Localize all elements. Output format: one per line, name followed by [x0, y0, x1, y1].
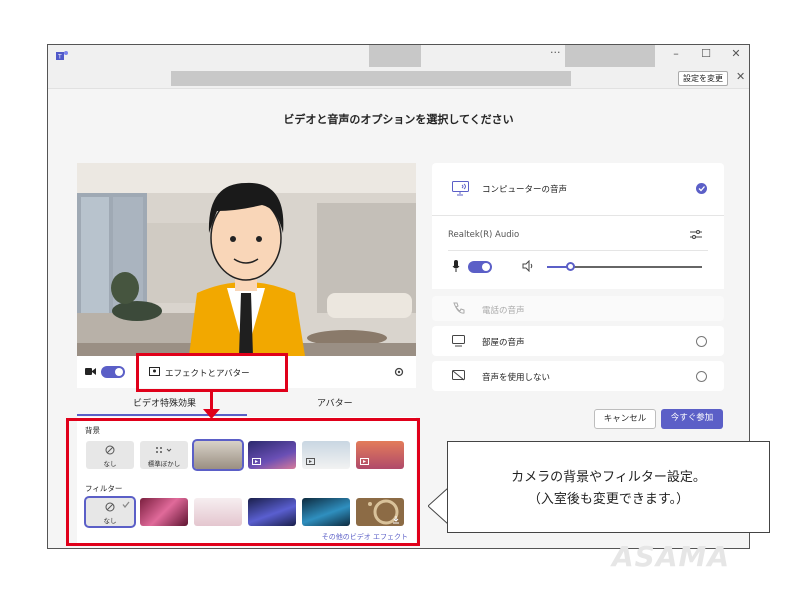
background-none-label: なし [103, 460, 117, 468]
background-label: 背景 [85, 426, 100, 435]
close-button[interactable]: ✕ [726, 47, 746, 60]
divider [448, 250, 708, 251]
room-audio-radio[interactable] [696, 336, 707, 347]
change-settings-button[interactable]: 設定を変更 [678, 71, 728, 86]
effects-avatar-button[interactable]: エフェクトとアバター [165, 367, 250, 379]
redacted-block [565, 45, 655, 67]
video-play-icon [360, 458, 369, 465]
background-night-city[interactable] [248, 441, 296, 469]
filter-blossom[interactable] [194, 498, 242, 526]
effects-icon [149, 367, 160, 376]
close-meeting-icon[interactable]: ✕ [736, 70, 745, 83]
maximize-button[interactable]: ☐ [696, 47, 716, 60]
background-room[interactable] [192, 439, 244, 471]
computer-audio-icon [452, 181, 469, 196]
none-icon [105, 445, 115, 455]
blur-icon [156, 447, 172, 453]
page-title: ビデオと音声のオプションを選択してください [283, 113, 514, 126]
room-audio-card: 部屋の音声 [432, 326, 724, 356]
annotation-callout: カメラの背景やフィルター設定。 （入室後も変更できます。） [447, 441, 770, 533]
divider [432, 215, 724, 216]
no-audio-label[interactable]: 音声を使用しない [482, 371, 550, 383]
more-video-effects-link[interactable]: その他のビデオ エフェクト [322, 532, 408, 542]
join-now-button[interactable]: 今すぐ参加 [661, 409, 723, 429]
svg-text:T: T [57, 54, 62, 61]
watermark-logo: ASAMA [612, 540, 731, 573]
checkmark-icon [122, 501, 130, 508]
video-play-icon [306, 458, 315, 465]
callout-line-2: （入室後も変更できます。） [527, 492, 690, 507]
video-control-bar: エフェクトとアバター [77, 356, 416, 388]
filter-none[interactable]: なし [84, 496, 136, 528]
background-blur[interactable]: 標準ぼかし [140, 441, 188, 469]
video-play-icon [252, 458, 261, 465]
audio-device-name[interactable]: Realtek(R) Audio [448, 230, 519, 240]
none-icon [105, 502, 115, 512]
microphone-icon [452, 260, 460, 272]
no-audio-radio[interactable] [696, 371, 707, 382]
volume-slider-thumb[interactable] [566, 262, 576, 271]
arrow-head [203, 409, 220, 419]
background-sunset[interactable] [356, 441, 404, 469]
filter-label: フィルター [85, 484, 123, 493]
callout-pointer-mask [448, 497, 449, 515]
speaker-icon [522, 260, 533, 272]
computer-audio-label[interactable]: コンピューターの音声 [482, 183, 567, 195]
title-bar: T ··· – ☐ ✕ [48, 45, 749, 67]
cancel-button[interactable]: キャンセル [594, 409, 656, 429]
no-audio-card: 音声を使用しない [432, 361, 724, 391]
meeting-bar: 設定を変更 ✕ [48, 67, 749, 89]
filter-none-label: なし [103, 517, 117, 525]
background-none[interactable]: なし [86, 441, 134, 469]
callout-line-1: カメラの背景やフィルター設定。 [511, 470, 706, 485]
filter-purple-wave[interactable] [248, 498, 296, 526]
gear-icon[interactable] [393, 366, 405, 378]
room-audio-icon [452, 335, 465, 347]
redacted-block [369, 45, 421, 67]
phone-audio-card: 電話の音声 [432, 296, 724, 321]
effects-panel: 背景 なし 標準ぼかし フィルター なし その他のビデオ エフェクト [77, 417, 416, 545]
minimize-button[interactable]: – [666, 47, 686, 60]
effects-tabs: ビデオ特殊効果 アバター [77, 392, 416, 416]
filter-ribbon[interactable] [140, 498, 188, 526]
camera-toggle[interactable] [101, 366, 125, 378]
room-audio-label[interactable]: 部屋の音声 [482, 336, 525, 348]
selected-check-icon[interactable] [696, 183, 707, 194]
device-settings-icon[interactable] [690, 229, 702, 240]
background-clouds[interactable] [302, 441, 350, 469]
video-preview [77, 163, 416, 356]
background-blur-label: 標準ぼかし [147, 460, 181, 468]
tab-video-effects[interactable]: ビデオ特殊効果 [133, 396, 196, 409]
teams-logo-icon: T [56, 51, 68, 61]
filter-more-download[interactable] [356, 498, 404, 526]
active-tab-indicator [77, 414, 247, 416]
phone-audio-label[interactable]: 電話の音声 [482, 304, 525, 316]
no-audio-icon [452, 370, 465, 381]
download-icon [368, 499, 399, 525]
tab-avatar[interactable]: アバター [317, 396, 353, 409]
filter-blue-wave[interactable] [302, 498, 350, 526]
redacted-block [171, 71, 571, 86]
video-preview-image [77, 163, 416, 356]
more-options-icon[interactable]: ··· [550, 46, 561, 59]
microphone-toggle[interactable] [468, 261, 492, 273]
camera-icon [85, 368, 96, 375]
phone-icon [453, 302, 465, 314]
